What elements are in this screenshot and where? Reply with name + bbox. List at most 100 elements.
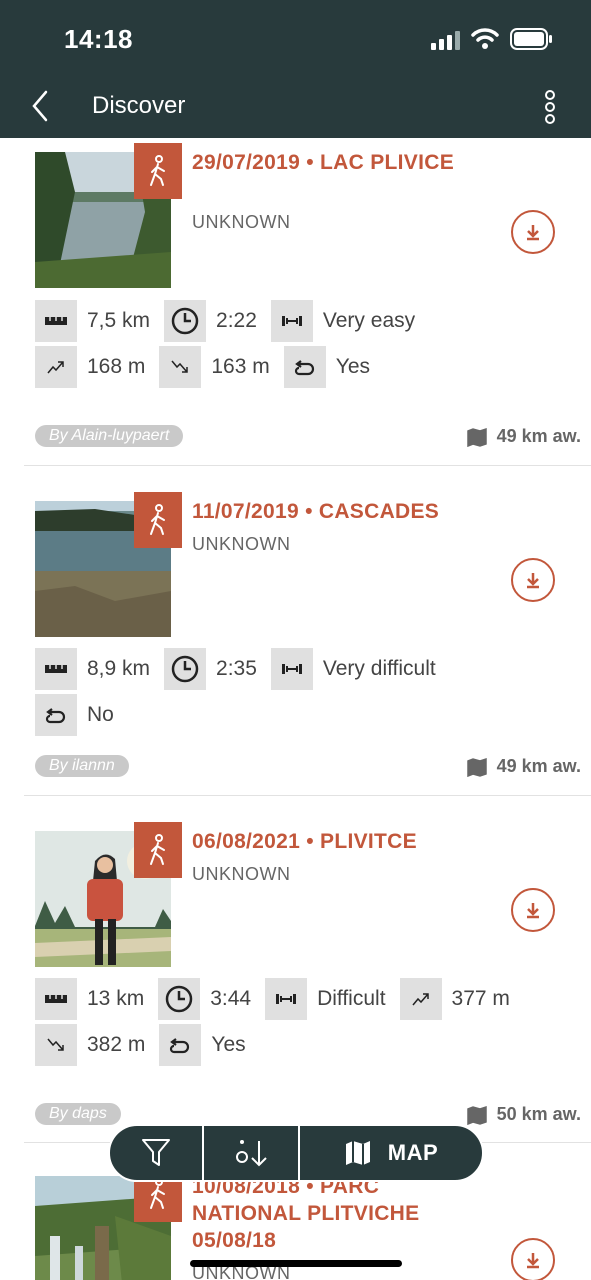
- download-button[interactable]: [511, 888, 555, 932]
- stat-loop: Yes: [159, 1024, 246, 1066]
- stat-value: Yes: [211, 1033, 246, 1056]
- hiking-icon: [134, 492, 182, 548]
- sort-icon: [236, 1140, 267, 1167]
- stat-value: 2:22: [216, 309, 257, 332]
- filter-button[interactable]: [110, 1126, 202, 1180]
- stat-value: Yes: [335, 355, 371, 378]
- more-options-icon[interactable]: [540, 88, 560, 126]
- stat-duration: 2:22: [164, 300, 257, 342]
- trail-subtitle: UNKNOWN: [192, 864, 291, 884]
- stat-value: 163 m: [211, 355, 270, 378]
- sort-button[interactable]: [204, 1126, 298, 1180]
- floating-action-bar: MAP: [108, 1124, 484, 1182]
- trail-card[interactable]: 11/07/2019 • CASCADES UNKNOWN 8,9 km 2:3…: [0, 466, 591, 796]
- trail-title[interactable]: 11/07/2019 • CASCADES: [192, 498, 482, 525]
- clock-icon: [164, 648, 207, 690]
- dumbbell-icon: [265, 978, 308, 1020]
- status-bar: 14:18: [0, 0, 591, 80]
- author-tag[interactable]: By ilannn: [35, 755, 129, 777]
- stat-value: 8,9 km: [87, 657, 151, 680]
- stat-difficulty: Very difficult: [270, 648, 436, 690]
- download-button[interactable]: [511, 558, 555, 602]
- stat-distance: 13 km: [35, 978, 144, 1020]
- trail-card[interactable]: 29/07/2019 • LAC PLIVICE UNKNOWN 7,5 km …: [0, 138, 591, 466]
- trail-subtitle: UNKNOWN: [192, 534, 291, 554]
- author-tag[interactable]: By Alain-luypaert: [35, 425, 184, 447]
- stat-loop: No: [35, 694, 114, 736]
- trail-list: 29/07/2019 • LAC PLIVICE UNKNOWN 7,5 km …: [0, 138, 591, 1280]
- stat-value: 2:35: [216, 657, 257, 680]
- distance-away-text: 49 km aw.: [496, 426, 581, 446]
- signal-icon: [431, 31, 460, 50]
- stat-difficulty: Difficult: [265, 978, 386, 1020]
- download-button[interactable]: [511, 1238, 555, 1280]
- map-icon: [466, 1105, 487, 1125]
- loop-icon: [283, 346, 326, 388]
- download-button[interactable]: [511, 210, 555, 254]
- stat-loop: Yes: [283, 346, 371, 388]
- stat-value: Very difficult: [322, 657, 436, 680]
- ascent-icon: [399, 978, 442, 1020]
- status-time: 14:18: [64, 24, 133, 54]
- stat-duration: 2:35: [164, 648, 257, 690]
- loop-icon: [35, 694, 77, 736]
- stat-value: 13 km: [87, 987, 145, 1010]
- clock-icon: [158, 978, 201, 1020]
- ruler-icon: [35, 648, 77, 690]
- map-icon: [345, 1141, 370, 1165]
- stat-value: 3:44: [210, 987, 252, 1010]
- stat-ascent: 168 m: [35, 346, 145, 388]
- trail-title[interactable]: 06/08/2021 • PLIVITCE: [192, 828, 482, 855]
- loop-icon: [159, 1024, 202, 1066]
- stat-descent: 163 m: [159, 346, 270, 388]
- descent-icon: [159, 346, 202, 388]
- download-icon: [527, 573, 539, 589]
- stat-ascent: 377 m: [399, 978, 510, 1020]
- stat-distance: 8,9 km: [35, 648, 150, 690]
- stat-difficulty: Very easy: [270, 300, 416, 342]
- stat-duration: 3:44: [158, 978, 251, 1020]
- author-tag[interactable]: By daps: [35, 1103, 121, 1125]
- clock-icon: [164, 300, 207, 342]
- distance-away-text: 49 km aw.: [496, 756, 581, 776]
- stat-descent: 382 m: [35, 1024, 145, 1066]
- app-bar: Discover: [0, 80, 591, 138]
- descent-icon: [35, 1024, 77, 1066]
- filter-icon: [142, 1139, 170, 1166]
- home-indicator: [190, 1260, 402, 1267]
- distance-away: 49 km aw.: [466, 756, 581, 777]
- distance-away-text: 50 km aw.: [496, 1104, 581, 1124]
- stat-value: 7,5 km: [87, 309, 151, 332]
- stat-value: 168 m: [87, 355, 146, 378]
- stat-value: Difficult: [317, 987, 386, 1010]
- map-button[interactable]: MAP: [300, 1126, 482, 1180]
- trail-subtitle: UNKNOWN: [192, 212, 291, 232]
- stat-value: 382 m: [87, 1033, 146, 1056]
- trail-title[interactable]: 29/07/2019 • LAC PLIVICE: [192, 149, 482, 176]
- map-icon: [466, 757, 487, 777]
- battery-icon: [510, 28, 552, 50]
- download-icon: [527, 225, 539, 241]
- distance-away: 50 km aw.: [466, 1104, 581, 1125]
- map-icon: [466, 427, 487, 447]
- distance-away: 49 km aw.: [466, 426, 581, 447]
- page-title: Discover: [92, 92, 186, 119]
- stat-value: 377 m: [451, 987, 510, 1010]
- back-arrow-icon[interactable]: [26, 86, 56, 126]
- trail-card[interactable]: 06/08/2021 • PLIVITCE UNKNOWN 13 km 3:44…: [0, 796, 591, 1142]
- stat-distance: 7,5 km: [35, 300, 150, 342]
- ruler-icon: [35, 978, 77, 1020]
- download-icon: [527, 1253, 539, 1269]
- ascent-icon: [35, 346, 77, 388]
- hiking-icon: [134, 822, 182, 878]
- map-button-label: MAP: [387, 1140, 439, 1165]
- dumbbell-icon: [270, 648, 313, 690]
- stat-value: No: [87, 703, 114, 726]
- hiking-icon: [134, 143, 182, 199]
- dumbbell-icon: [270, 300, 313, 342]
- trail-title[interactable]: 10/08/2018 • PARC NATIONAL PLITVICHE 05/…: [192, 1173, 482, 1254]
- download-icon: [527, 903, 539, 919]
- wifi-icon: [471, 28, 499, 49]
- stat-value: Very easy: [322, 309, 416, 332]
- ruler-icon: [35, 300, 77, 342]
